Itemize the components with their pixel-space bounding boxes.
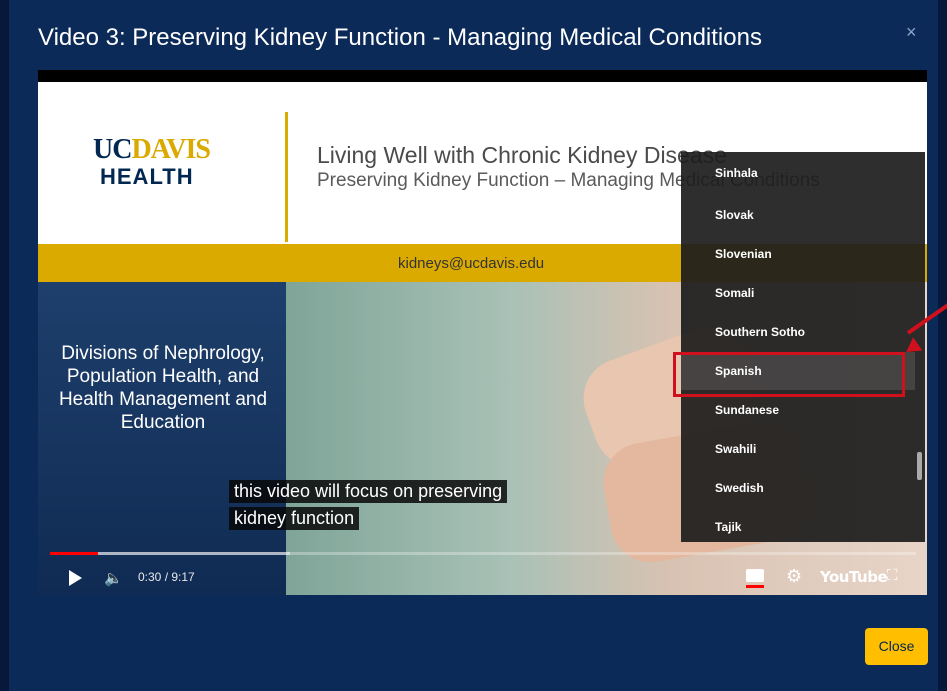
youtube-logo[interactable]: YouTube	[820, 568, 888, 586]
subtitles-active-indicator	[746, 585, 764, 588]
slide-email: kidneys@ucdavis.edu	[398, 255, 545, 272]
subtitle-language-menu[interactable]: Sinhala Slovak Slovenian Somali Southern…	[681, 152, 925, 542]
menu-item-swedish[interactable]: Swedish	[681, 469, 915, 507]
slide-left-panel	[38, 282, 286, 595]
volume-icon[interactable]: 🔈	[104, 569, 123, 587]
menu-item-sinhala[interactable]: Sinhala	[681, 154, 915, 192]
gear-icon[interactable]: ⚙	[786, 566, 802, 587]
fullscreen-icon[interactable]: ⛶	[887, 567, 898, 584]
slide-left-text: Divisions of Nephrology, Population Heal…	[58, 343, 268, 433]
menu-item-slovenian[interactable]: Slovenian	[681, 235, 915, 273]
modal-title: Video 3: Preserving Kidney Function - Ma…	[38, 24, 762, 51]
menu-item-southern-sotho[interactable]: Southern Sotho	[681, 313, 915, 351]
menu-item-swahili[interactable]: Swahili	[681, 430, 915, 468]
slide-heading: Living Well with Chronic Kidney Disease	[317, 142, 727, 168]
progress-bar[interactable]	[50, 552, 916, 555]
subtitles-icon[interactable]	[746, 569, 764, 582]
menu-item-tajik[interactable]: Tajik	[681, 508, 915, 546]
close-button[interactable]: Close	[865, 628, 928, 665]
menu-item-slovak[interactable]: Slovak	[681, 196, 915, 234]
close-icon[interactable]: ×	[906, 22, 917, 43]
menu-item-somali[interactable]: Somali	[681, 274, 915, 312]
ucdavis-logo: UCDAVIS	[93, 134, 211, 165]
menu-scrollbar[interactable]	[917, 452, 922, 480]
logo-health-text: HEALTH	[100, 164, 194, 189]
play-icon[interactable]	[69, 570, 82, 586]
caption-line: this video will focus on preserving	[229, 480, 508, 503]
time-display: 0:30 / 9:17	[138, 570, 195, 584]
progress-fill	[50, 552, 98, 555]
slide-divider	[285, 112, 288, 242]
video-modal: Video 3: Preserving Kidney Function - Ma…	[9, 0, 938, 691]
caption-line: kidney function	[229, 507, 360, 530]
spanish-highlight-box	[673, 352, 905, 397]
